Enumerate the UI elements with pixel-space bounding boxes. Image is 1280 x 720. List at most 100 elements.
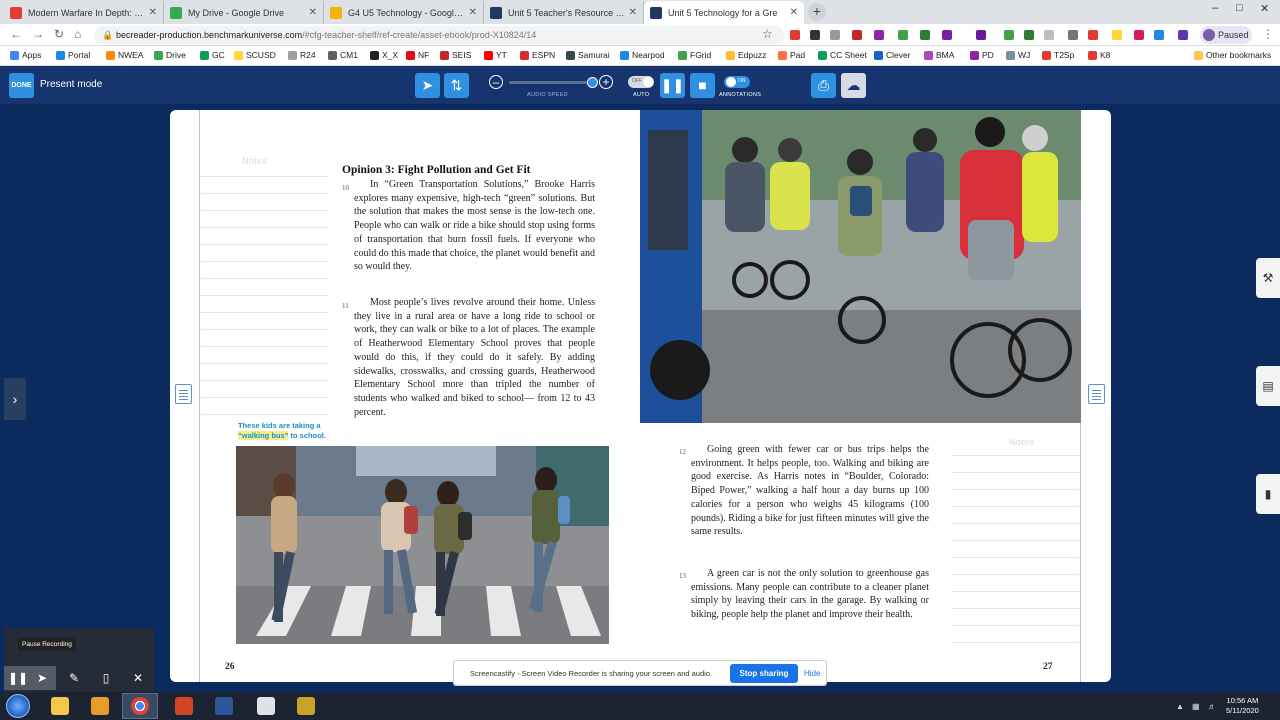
cursor-tool-button[interactable]: ➤ — [28, 666, 56, 690]
extension-icon[interactable] — [1024, 30, 1034, 40]
bookmark-star-icon[interactable]: ☆ — [762, 27, 773, 41]
network-icon[interactable]: ▦ — [1192, 702, 1200, 711]
bookmark-samurai[interactable]: Samurai — [566, 50, 610, 60]
extension-icon[interactable] — [1004, 30, 1014, 40]
back-icon[interactable]: ← — [10, 27, 22, 41]
extension-icon[interactable] — [976, 30, 986, 40]
bookmark-x-x[interactable]: X_X — [370, 50, 398, 60]
extension-icon[interactable] — [1044, 30, 1054, 40]
new-tab-button[interactable]: + — [808, 3, 826, 21]
bookmark-apps[interactable]: Apps — [10, 50, 41, 60]
bookmark-wj[interactable]: WJ — [1006, 50, 1030, 60]
bookmark-nearpod[interactable]: Nearpod — [620, 50, 665, 60]
tool-app[interactable] — [248, 693, 284, 719]
url-input[interactable]: 🔒 becreader-production.benchmarkuniverse… — [94, 26, 784, 44]
powerpoint-app[interactable] — [166, 693, 202, 719]
zoom-out-icon[interactable]: – — [489, 75, 503, 89]
bookmark-gc[interactable]: GC — [200, 50, 225, 60]
pointer-tool-button[interactable]: ➤ — [415, 73, 440, 98]
bookmark-portal[interactable]: Portal — [56, 50, 90, 60]
bookmark-k8[interactable]: K8 — [1088, 50, 1110, 60]
system-clock[interactable]: 10:56 AM 5/11/2020 — [1226, 696, 1259, 716]
print-button[interactable]: ⎙ — [811, 73, 836, 98]
stop-sharing-button[interactable]: Stop sharing — [730, 664, 798, 683]
bookmark-clever[interactable]: Clever — [874, 50, 911, 60]
extension-icon[interactable] — [1134, 30, 1144, 40]
page-notes-icon[interactable] — [175, 384, 192, 404]
bookmark-t2sp[interactable]: T2Sp — [1042, 50, 1074, 60]
page-notes-icon[interactable] — [1088, 384, 1105, 404]
home-icon[interactable]: ⌂ — [74, 27, 81, 41]
pause-button[interactable]: ❚❚ — [660, 73, 685, 98]
auto-toggle[interactable]: OFF — [628, 76, 654, 88]
forward-icon[interactable]: → — [32, 27, 44, 41]
extension-icon[interactable] — [920, 30, 930, 40]
bookmark-fgrid[interactable]: FGrid — [678, 50, 711, 60]
tab-teacher-resource[interactable]: Unit 5 Teacher's Resource Syste ✕ — [484, 1, 644, 24]
bookmark-espn[interactable]: ESPN — [520, 50, 555, 60]
snipping-app[interactable] — [288, 693, 324, 719]
annotations-toggle[interactable]: ON — [724, 76, 750, 88]
minimize-icon[interactable]: – — [1212, 2, 1218, 14]
extension-icon[interactable] — [1112, 30, 1122, 40]
done-button[interactable]: DONE — [9, 73, 34, 98]
download-button[interactable]: ☁ — [841, 73, 866, 98]
close-icon[interactable]: ✕ — [790, 7, 798, 18]
audio-speed-slider[interactable] — [509, 77, 598, 88]
bookmark-nf[interactable]: NF — [406, 50, 429, 60]
explorer-app[interactable] — [42, 693, 78, 719]
extension-icon[interactable] — [852, 30, 862, 40]
close-icon[interactable]: ✕ — [309, 7, 317, 18]
extension-icon[interactable] — [874, 30, 884, 40]
slider-handle[interactable] — [587, 77, 598, 88]
profile-button[interactable]: Paused — [1200, 26, 1252, 44]
stop-button[interactable]: ■ — [690, 73, 715, 98]
tab-modern-warfare[interactable]: Modern Warfare In Depth: MP7 ✕ — [4, 1, 164, 24]
close-icon[interactable]: ✕ — [149, 7, 157, 18]
tab-unit5-technology[interactable]: Unit 5 Technology for a Gre ✕ — [644, 1, 804, 24]
start-button[interactable] — [6, 694, 30, 718]
extension-icon[interactable] — [898, 30, 908, 40]
reload-icon[interactable]: ↻ — [54, 27, 64, 41]
bookmark-r24[interactable]: R24 — [288, 50, 316, 60]
maximize-icon[interactable]: □ — [1236, 2, 1243, 14]
pen-tool-button[interactable]: ✎ — [60, 666, 88, 690]
text-tool-button[interactable]: ⇅ — [444, 73, 469, 98]
tools-tab[interactable]: ⚒ — [1256, 258, 1280, 298]
extension-icon[interactable] — [790, 30, 800, 40]
extension-icon[interactable] — [1068, 30, 1078, 40]
extension-icon[interactable] — [810, 30, 820, 40]
bookmark-cm1[interactable]: CM1 — [328, 50, 358, 60]
close-window-icon[interactable]: ✕ — [1260, 2, 1269, 15]
close-icon[interactable]: ✕ — [629, 7, 637, 18]
bookmark-scusd[interactable]: SCUSD — [234, 50, 276, 60]
menu-icon[interactable]: ⋮ — [1262, 27, 1274, 41]
tray-expand-icon[interactable]: ▲ — [1176, 702, 1184, 711]
extension-icon[interactable] — [1178, 30, 1188, 40]
bookmark-drive[interactable]: Drive — [154, 50, 186, 60]
bookmark-pd[interactable]: PD — [970, 50, 994, 60]
chrome-app[interactable] — [122, 693, 158, 719]
hide-link[interactable]: Hide — [804, 669, 820, 678]
bookmark-cc-sheet[interactable]: CC Sheet — [818, 50, 867, 60]
close-toolbar-button[interactable]: ✕ — [124, 666, 152, 690]
other-bookmarks[interactable]: Other bookmarks — [1194, 50, 1271, 60]
bookmark-seis[interactable]: SEIS — [440, 50, 471, 60]
extension-icon[interactable] — [830, 30, 840, 40]
media-app[interactable] — [82, 693, 118, 719]
bookmark-yt[interactable]: YT — [484, 50, 507, 60]
eraser-tool-button[interactable]: ▯ — [92, 666, 120, 690]
tab-google-slides[interactable]: G4 U5 Technology - Google Slid ✕ — [324, 1, 484, 24]
extension-icon[interactable] — [1154, 30, 1164, 40]
bookmark-nwea[interactable]: NWEA — [106, 50, 144, 60]
close-icon[interactable]: ✕ — [469, 7, 477, 18]
document-tab[interactable]: ▤ — [1256, 366, 1280, 406]
tab-google-drive[interactable]: My Drive - Google Drive ✕ — [164, 1, 324, 24]
zoom-in-icon[interactable]: + — [599, 75, 613, 89]
bookmark-tab[interactable]: ▮ — [1256, 474, 1280, 514]
bookmark-bma[interactable]: BMA — [924, 50, 954, 60]
extension-icon[interactable] — [1088, 30, 1098, 40]
open-sidebar-button[interactable]: › — [4, 378, 26, 420]
extension-icon[interactable] — [942, 30, 952, 40]
bookmark-edpuzz[interactable]: Edpuzz — [726, 50, 766, 60]
